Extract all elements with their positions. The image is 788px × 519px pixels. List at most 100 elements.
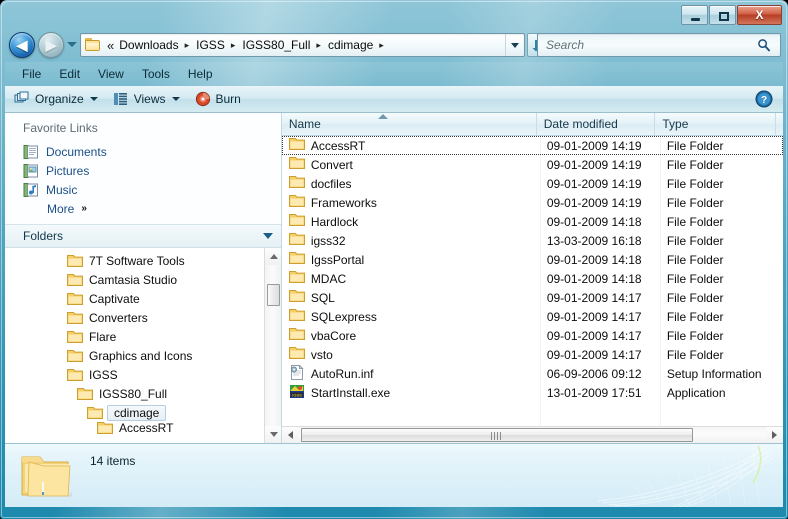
menu-view[interactable]: View: [89, 64, 133, 84]
tree-item-7t-software-tools[interactable]: 7T Software Tools: [5, 251, 268, 270]
help-button[interactable]: ?: [755, 90, 773, 108]
column-header-type[interactable]: Type: [655, 113, 776, 135]
tree-item-converters[interactable]: Converters: [5, 308, 268, 327]
tree-item-flare[interactable]: Flare: [5, 327, 268, 346]
breadcrumb-separator-1[interactable]: ▸: [182, 40, 194, 51]
tree-item-accessrt[interactable]: AccessRT: [5, 422, 268, 434]
table-row[interactable]: Frameworks 09-01-2009 14:19 File Folder: [282, 193, 783, 212]
breadcrumb-separator-2[interactable]: ▸: [228, 40, 240, 51]
tree-item-captivate[interactable]: Captivate: [5, 289, 268, 308]
menu-file[interactable]: File: [13, 64, 50, 84]
scrollbar-grip-icon: [490, 432, 503, 440]
tree-item-label: IGSS80_Full: [99, 386, 168, 401]
scrollbar-thumb[interactable]: [300, 428, 693, 442]
close-button[interactable]: X: [737, 5, 782, 25]
scroll-down-button[interactable]: [264, 426, 281, 443]
menu-help[interactable]: Help: [179, 64, 222, 84]
folders-section-header[interactable]: Folders: [5, 225, 281, 248]
column-header-name[interactable]: Name: [282, 113, 537, 135]
file-type-cell: File Folder: [666, 347, 724, 362]
sidebar-more-button[interactable]: More »: [5, 199, 281, 218]
file-list-pane: Name Date modified Type AccessRT 09-01-20…: [281, 113, 783, 443]
tree-item-label: Converters: [89, 310, 148, 325]
table-row[interactable]: SQL 09-01-2009 14:17 File Folder: [282, 288, 783, 307]
table-row[interactable]: AutoRun.inf 06-09-2006 09:12 Setup Informa…: [282, 364, 783, 383]
table-row[interactable]: SQLexpress 09-01-2009 14:17 File Folder: [282, 307, 783, 326]
scrollbar-thumb[interactable]: [266, 284, 280, 306]
list-horizontal-scrollbar[interactable]: [281, 426, 783, 443]
search-input[interactable]: Search: [546, 38, 757, 52]
scroll-left-button[interactable]: [281, 427, 299, 443]
breadcrumb-separator-3[interactable]: ▸: [313, 40, 325, 51]
breadcrumb-separator-4[interactable]: ▸: [376, 40, 388, 51]
address-bar[interactable]: « Downloads ▸ IGSS ▸ IGSS80_Full ▸ cdima…: [80, 33, 525, 57]
file-date-cell: 09-01-2009 14:19: [546, 157, 642, 172]
recent-locations-button[interactable]: [67, 42, 77, 47]
breadcrumb: « Downloads ▸ IGSS ▸ IGSS80_Full ▸ cdima…: [104, 37, 505, 54]
column-header-filler: [776, 113, 783, 135]
column-header-date-modified[interactable]: Date modified: [537, 113, 656, 135]
sidebar-item-documents[interactable]: Documents: [5, 142, 281, 161]
tree-item-label: 7T Software Tools: [89, 253, 185, 268]
table-row[interactable]: Convert 09-01-2009 14:19 File Folder: [282, 155, 783, 174]
scroll-up-button[interactable]: [264, 248, 281, 265]
views-label: Views: [133, 92, 166, 106]
tree-item-label: IGSS: [89, 367, 118, 382]
breadcrumb-item-cdimage[interactable]: cdimage: [325, 37, 376, 53]
table-row[interactable]: vsto 09-01-2009 14:17 File Folder: [282, 345, 783, 364]
table-row[interactable]: MDAC 09-01-2009 14:18 File Folder: [282, 269, 783, 288]
burn-button[interactable]: Burn: [189, 88, 247, 111]
folder-icon: [67, 330, 83, 343]
maximize-button[interactable]: [709, 5, 736, 25]
search-icon: [758, 39, 771, 52]
search-box[interactable]: Search: [537, 33, 781, 57]
organize-button[interactable]: Organize: [8, 88, 104, 111]
tree-item-igss80-full[interactable]: IGSS80_Full: [5, 384, 268, 403]
burn-label: Burn: [215, 92, 241, 106]
folder-icon: [67, 292, 83, 305]
views-button[interactable]: Views: [107, 88, 186, 111]
tree-vertical-scrollbar[interactable]: [263, 248, 281, 443]
table-row[interactable]: IGSS StartInstall.exe 13-01-2009 17:51 Appl…: [282, 383, 783, 402]
large-folder-icon: [21, 456, 72, 498]
toolbar: Organize Views Burn ?: [5, 86, 783, 113]
folder-icon: [288, 251, 305, 268]
file-type-cell: File Folder: [666, 195, 724, 210]
chevron-down-icon[interactable]: [505, 34, 524, 56]
table-row[interactable]: IgssPortal 09-01-2009 14:18 File Folder: [282, 250, 783, 269]
menu-tools[interactable]: Tools: [133, 64, 179, 84]
table-row[interactable]: Hardlock 09-01-2009 14:18 File Folder: [282, 212, 783, 231]
tree-item-cdimage[interactable]: cdimage: [5, 403, 268, 422]
chevron-down-icon: [262, 233, 273, 239]
triangle-up-icon: [269, 254, 278, 259]
forward-button[interactable]: ▶: [38, 32, 64, 58]
breadcrumb-item-igss80-full[interactable]: IGSS80_Full: [239, 37, 313, 53]
tree-item-graphics-and-icons[interactable]: Graphics and Icons: [5, 346, 268, 365]
table-row[interactable]: AccessRT 09-01-2009 14:19 File Folder: [281, 136, 783, 155]
sidebar-item-pictures[interactable]: Pictures: [5, 161, 281, 180]
sort-ascending-icon: [377, 114, 388, 119]
scroll-right-button[interactable]: [766, 427, 783, 443]
table-row[interactable]: igss32 13-03-2009 16:18 File Folder: [282, 231, 783, 250]
breadcrumb-overflow[interactable]: «: [104, 37, 116, 54]
sidebar-item-music[interactable]: Music: [5, 180, 281, 199]
file-name-cell: Convert: [282, 156, 540, 173]
file-date-cell: 09-01-2009 14:17: [546, 309, 642, 324]
folder-icon: [77, 387, 93, 400]
breadcrumb-item-igss[interactable]: IGSS: [193, 37, 228, 53]
file-date-cell: 09-01-2009 14:17: [546, 347, 642, 362]
table-row[interactable]: vbaCore 09-01-2009 14:17 File Folder: [282, 326, 783, 345]
back-button[interactable]: ◀: [9, 32, 35, 58]
chevron-right-double-icon: »: [81, 203, 86, 214]
folder-icon: [288, 138, 305, 150]
column-header-label: Name: [288, 117, 321, 131]
breadcrumb-item-downloads[interactable]: Downloads: [116, 37, 181, 53]
menu-edit[interactable]: Edit: [50, 64, 89, 84]
tree-item-igss[interactable]: IGSS: [5, 365, 268, 384]
table-row[interactable]: docfiles 09-01-2009 14:19 File Folder: [282, 174, 783, 193]
tree-item-label: Camtasia Studio: [89, 272, 178, 287]
tree-item-camtasia-studio[interactable]: Camtasia Studio: [5, 270, 268, 289]
folder-icon: [288, 156, 305, 173]
minimize-button[interactable]: [681, 5, 708, 25]
file-name-label: vbaCore: [310, 328, 357, 343]
